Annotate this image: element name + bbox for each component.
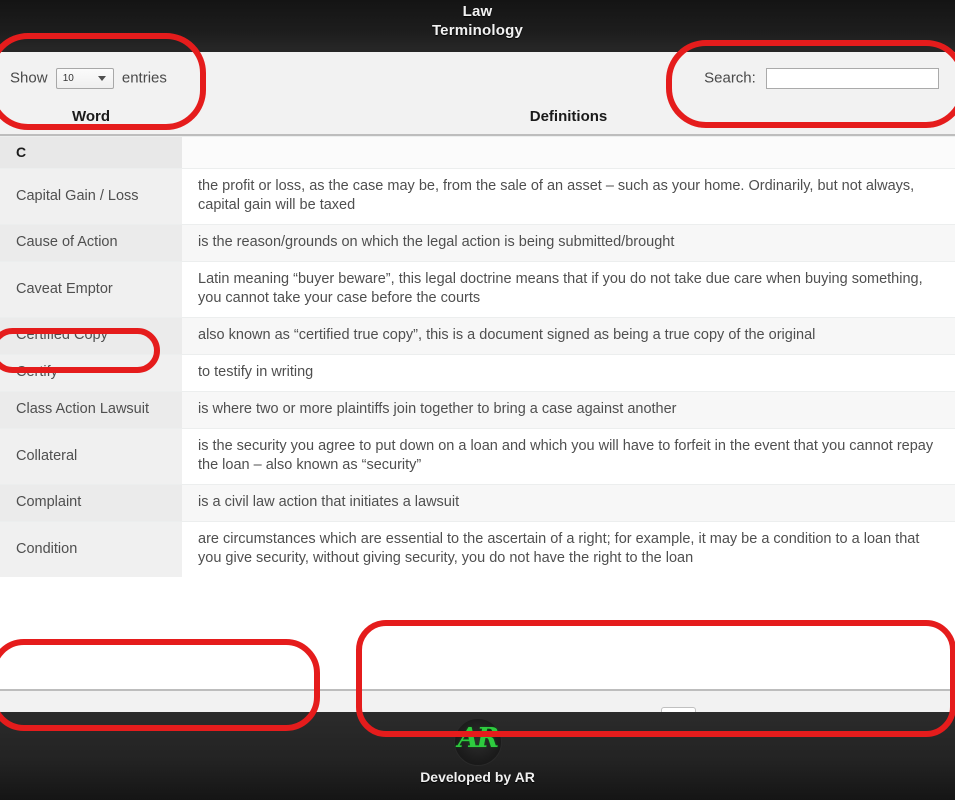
- row-definition: is a civil law action that initiates a l…: [182, 484, 955, 522]
- row-definition: to testify in writing: [182, 354, 955, 392]
- table-row[interactable]: Collateral is the security you agree to …: [0, 428, 955, 485]
- datatable-footer: Showing 21 to 30 of 141 entries Previous…: [0, 689, 955, 712]
- datatable-controls: Show 10 entries Search:: [0, 52, 955, 108]
- entries-label: entries: [121, 69, 167, 87]
- entries-per-page-select[interactable]: 10: [55, 68, 114, 89]
- row-word: Complaint: [0, 484, 182, 522]
- datatable-panel: Show 10 entries Search: Word Definitions: [0, 52, 955, 712]
- row-definition: also known as “certified true copy”, thi…: [182, 317, 955, 355]
- table-row[interactable]: Capital Gain / Loss the profit or loss, …: [0, 168, 955, 225]
- row-definition: is the security you agree to put down on…: [182, 428, 955, 485]
- table-row[interactable]: Certify to testify in writing: [0, 354, 955, 392]
- page-title-line2: Terminology: [431, 22, 524, 39]
- table-row[interactable]: Complaint is a civil law action that ini…: [0, 484, 955, 522]
- group-letter: C: [0, 136, 182, 169]
- table-body: C Capital Gain / Loss the profit or loss…: [0, 136, 955, 577]
- entries-length-control: Show 10 entries: [10, 68, 167, 89]
- datatable-body: C Capital Gain / Loss the profit or loss…: [0, 136, 955, 577]
- row-definition: the profit or loss, as the case may be, …: [182, 168, 955, 225]
- table-header-row: Word Definitions: [0, 108, 955, 136]
- app-screenshot: Law Terminology Show 10 entries Search:: [0, 0, 955, 800]
- column-header-definitions[interactable]: Definitions: [182, 108, 955, 136]
- search-input[interactable]: [766, 68, 939, 89]
- search-label: Search:: [704, 69, 756, 87]
- entries-per-page-value: 10: [62, 73, 74, 84]
- row-word: Condition: [0, 521, 182, 577]
- table-row[interactable]: Certified Copy also known as “certified …: [0, 317, 955, 355]
- page-title-line1: Law: [462, 3, 493, 20]
- column-header-word[interactable]: Word: [0, 108, 182, 136]
- row-word: Class Action Lawsuit: [0, 391, 182, 429]
- show-label: Show: [10, 69, 48, 87]
- row-definition: Latin meaning “buyer beware”, this legal…: [182, 261, 955, 318]
- row-word: Cause of Action: [0, 224, 182, 262]
- row-word: Certify: [0, 354, 182, 392]
- ar-logo-icon: AR: [453, 718, 502, 766]
- row-word: Collateral: [0, 428, 182, 485]
- table-row[interactable]: Cause of Action is the reason/grounds on…: [0, 224, 955, 262]
- row-word: Capital Gain / Loss: [0, 168, 182, 225]
- row-definition: is where two or more plaintiffs join tog…: [182, 391, 955, 429]
- datatable-header: Word Definitions: [0, 108, 955, 136]
- table-row[interactable]: Caveat Emptor Latin meaning “buyer bewar…: [0, 261, 955, 318]
- row-definition: is the reason/grounds on which the legal…: [182, 224, 955, 262]
- table-group-row: C: [0, 136, 955, 169]
- chevron-down-icon: [97, 76, 106, 81]
- row-word: Certified Copy: [0, 317, 182, 355]
- site-footer: AR Developed by AR: [0, 712, 955, 800]
- table-row[interactable]: Condition are circumstances which are es…: [0, 521, 955, 577]
- search-control: Search:: [704, 68, 939, 89]
- row-word: Caveat Emptor: [0, 261, 182, 318]
- ar-logo-monogram: AR: [457, 723, 499, 754]
- footer-credit: Developed by AR: [420, 769, 535, 785]
- group-empty-cell: [182, 136, 955, 169]
- row-definition: are circumstances which are essential to…: [182, 521, 955, 577]
- table-scroll-viewport[interactable]: C Capital Gain / Loss the profit or loss…: [0, 136, 955, 712]
- page-title: Law Terminology: [0, 2, 955, 40]
- table-row[interactable]: Class Action Lawsuit is where two or mor…: [0, 391, 955, 429]
